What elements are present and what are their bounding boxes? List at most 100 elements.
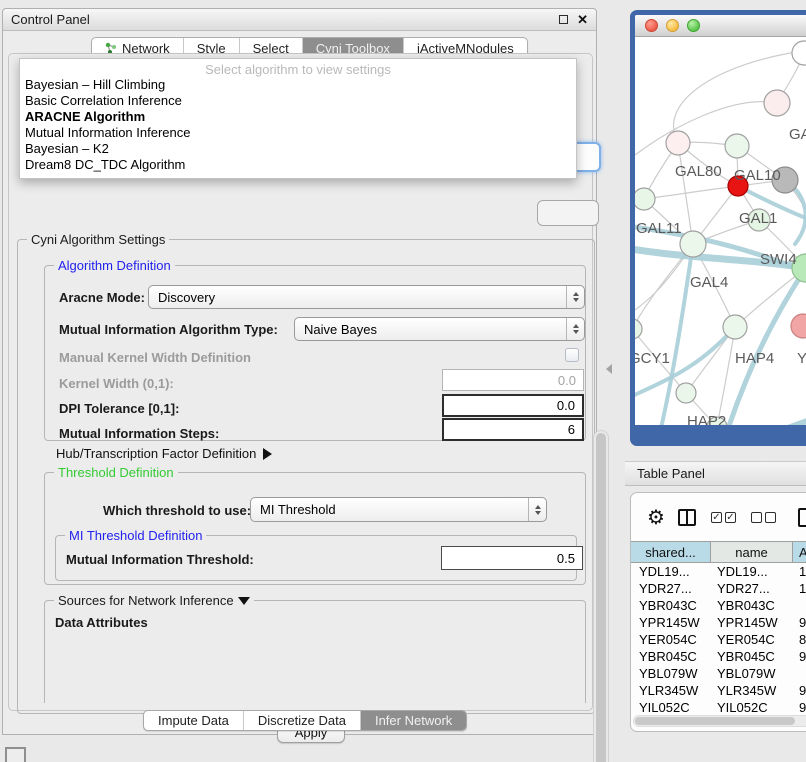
node-label: GAL1 <box>739 210 777 227</box>
table-horizontal-scrollbar[interactable] <box>633 715 806 727</box>
network-node-y-node[interactable] <box>791 314 806 338</box>
expander-right-arrow-icon <box>263 448 272 460</box>
mi-steps-label: Mutual Information Steps: <box>59 426 219 441</box>
network-canvas[interactable]: GAL7GAL80GAL10GAL1GAL11SWI4GAL4GCY1HAP4Y… <box>635 37 806 428</box>
algorithm-definition-group: Algorithm Definition Aracne Mode: Discov… <box>44 265 586 441</box>
column-header-2[interactable]: name <box>711 542 793 562</box>
table-cell: YDL19... <box>631 564 711 579</box>
algorithm-option[interactable]: ARACNE Algorithm <box>20 109 576 125</box>
table-row[interactable]: YLR345WYLR345W9. <box>631 682 806 699</box>
tab-discretize-data[interactable]: Discretize Data <box>244 711 361 730</box>
table-panel-title: Table Panel <box>637 466 705 481</box>
mi-threshold-field[interactable]: 0.5 <box>441 546 583 570</box>
table-row[interactable]: YBR043CYBR043C <box>631 597 806 614</box>
threshold-definition-group: Threshold Definition Which threshold to … <box>44 472 586 585</box>
network-node-gal4[interactable] <box>680 231 706 257</box>
network-node-top-white[interactable] <box>792 41 806 65</box>
float-window-icon[interactable] <box>559 15 568 24</box>
mi-threshold-group-title: MI Threshold Definition <box>65 528 206 543</box>
algorithm-option[interactable]: Basic Correlation Inference <box>20 93 576 109</box>
network-node-hap4[interactable] <box>723 315 747 339</box>
network-node-hap2[interactable] <box>676 383 696 403</box>
table-row[interactable]: YDL19...YDL19...13 <box>631 563 806 580</box>
mi-type-select[interactable]: Naive Bayes <box>294 317 585 341</box>
table-cell: YIL052C <box>711 700 793 715</box>
algorithm-option[interactable]: Bayesian – K2 <box>20 141 576 157</box>
table-row[interactable]: YER054CYER054C8. <box>631 631 806 648</box>
network-edge[interactable] <box>753 414 806 428</box>
network-node-gal11[interactable] <box>635 188 655 210</box>
which-threshold-label: Which threshold to use: <box>103 503 251 518</box>
aracne-mode-select[interactable]: Discovery <box>148 285 585 309</box>
cyni-algorithm-settings-group: Cyni Algorithm Settings Algorithm Defini… <box>17 239 595 714</box>
table-panel-window: ⚙ ✓✓ shared...nameA YDL19...YDL19...13YD… <box>630 492 806 732</box>
hub-definition-expander[interactable]: Hub/Transcription Factor Definition <box>56 446 272 461</box>
panel-divider-handle-icon[interactable] <box>606 364 612 374</box>
window-close-light-icon[interactable] <box>645 19 658 32</box>
dpi-tolerance-field[interactable]: 0.0 <box>442 394 584 417</box>
network-edge[interactable] <box>635 102 777 167</box>
algorithm-option[interactable]: Mutual Information Inference <box>20 125 576 141</box>
network-graph: GAL7GAL80GAL10GAL1GAL11SWI4GAL4GCY1HAP4Y… <box>635 37 806 428</box>
network-edge[interactable] <box>644 186 738 199</box>
node-label: Y <box>797 350 806 367</box>
network-node-gal80[interactable] <box>666 131 690 155</box>
algorithm-dropdown-popup: Select algorithm to view settings Bayesi… <box>19 58 577 179</box>
spinner-icon[interactable] <box>566 286 584 308</box>
table-cell: YBL079W <box>711 666 793 681</box>
manual-kernel-checkbox[interactable] <box>565 348 579 362</box>
tab-impute-data[interactable]: Impute Data <box>144 711 244 730</box>
table-cell: YLR345W <box>631 683 711 698</box>
mi-steps-field[interactable]: 6 <box>442 418 584 441</box>
hide-columns-icon[interactable] <box>751 512 776 523</box>
mi-threshold-group: MI Threshold Definition Mutual Informati… <box>55 535 577 581</box>
table-toolbar: ⚙ ✓✓ <box>631 493 806 541</box>
sources-group-title: Sources for Network Inference <box>58 593 234 608</box>
node-label: GCY1 <box>635 350 670 367</box>
column-header-3[interactable]: A <box>793 542 806 562</box>
node-label: SWI4 <box>760 251 797 268</box>
desktop: Control Panel ✕ NetworkStyleSelectCyni T… <box>0 0 806 762</box>
hub-definition-label: Hub/Transcription Factor Definition <box>56 446 256 461</box>
gear-icon[interactable]: ⚙ <box>647 505 665 530</box>
node-label: GAL7 <box>789 126 806 143</box>
spinner-icon[interactable] <box>566 318 584 340</box>
table-row[interactable]: YPR145WYPR145W9. <box>631 614 806 631</box>
minimized-panel-icon[interactable] <box>5 747 26 762</box>
column-header-1[interactable]: shared... <box>631 542 711 562</box>
threshold-definition-title: Threshold Definition <box>54 465 178 480</box>
table-row[interactable]: YBL079WYBL079W <box>631 665 806 682</box>
network-edge[interactable] <box>727 268 806 428</box>
settings-vertical-scrollbar[interactable] <box>593 430 609 762</box>
table-row[interactable]: YBR045CYBR045C9. <box>631 648 806 665</box>
network-node-gcy1[interactable] <box>635 319 642 339</box>
table-header-row: shared...nameA <box>631 541 806 563</box>
tab-infer-network[interactable]: Infer Network <box>361 711 466 730</box>
table-row[interactable]: YIL052CYIL052C9 <box>631 699 806 716</box>
network-node-gal10[interactable] <box>725 134 749 158</box>
table-cell: YPR145W <box>711 615 793 630</box>
table-cell: 8. <box>793 632 806 647</box>
node-attribute-table: shared...nameA YDL19...YDL19...13YDR27..… <box>631 541 806 716</box>
node-label: GAL11 <box>636 220 682 237</box>
window-minimize-light-icon[interactable] <box>666 19 679 32</box>
table-cell: YDR27... <box>631 581 711 596</box>
sources-group-title-row[interactable]: Sources for Network Inference <box>54 593 254 608</box>
aracne-mode-value: Discovery <box>149 290 566 305</box>
hidden-combobox[interactable] <box>537 200 599 226</box>
algorithm-option[interactable]: Bayesian – Hill Climbing <box>20 77 576 93</box>
close-icon[interactable]: ✕ <box>577 13 588 26</box>
table-cell: YBR045C <box>711 649 793 664</box>
network-view-window: GAL7GAL80GAL10GAL1GAL11SWI4GAL4GCY1HAP4Y… <box>630 10 806 446</box>
network-node-gal7[interactable] <box>764 90 790 116</box>
kernel-width-field[interactable]: 0.0 <box>442 369 584 391</box>
function-builder-icon[interactable] <box>798 508 806 527</box>
window-zoom-light-icon[interactable] <box>687 19 700 32</box>
which-threshold-select[interactable]: MI Threshold <box>250 497 547 522</box>
algorithm-option[interactable]: Dream8 DC_TDC Algorithm <box>20 157 576 173</box>
control-panel-titlebar: Control Panel ✕ <box>3 9 596 31</box>
table-row[interactable]: YDR27...YDR27...12 <box>631 580 806 597</box>
split-view-icon[interactable] <box>678 509 696 526</box>
show-columns-icon[interactable]: ✓✓ <box>711 512 736 523</box>
spinner-icon[interactable] <box>528 498 546 521</box>
